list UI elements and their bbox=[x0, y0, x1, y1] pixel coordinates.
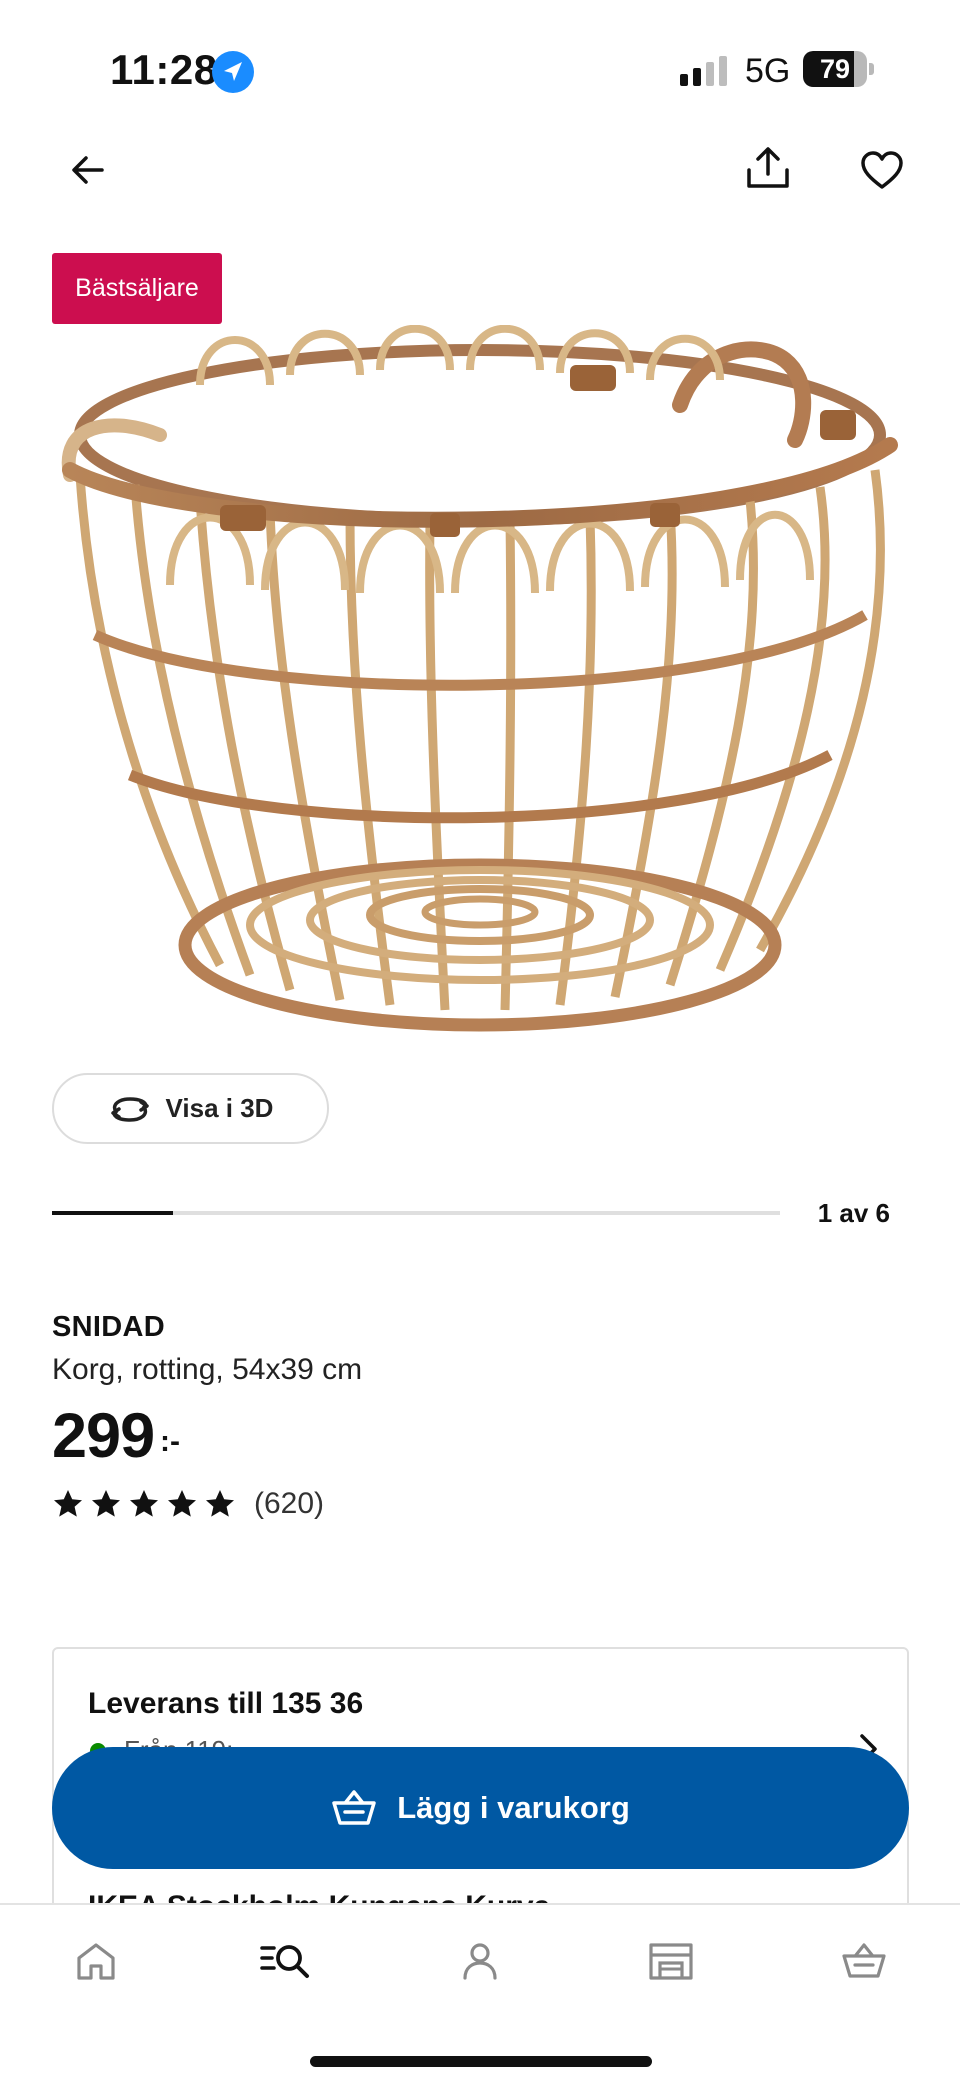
status-bar: 11:28 5G 79 bbox=[0, 0, 960, 130]
rotate-3d-icon bbox=[110, 1096, 149, 1122]
add-to-cart-button[interactable]: Lägg i varukorg bbox=[52, 1747, 909, 1869]
tab-stores[interactable] bbox=[636, 1931, 706, 1991]
signal-icon bbox=[680, 56, 727, 86]
tab-home[interactable] bbox=[61, 1931, 131, 1991]
share-icon bbox=[747, 147, 789, 188]
star-icon bbox=[92, 1490, 120, 1517]
back-button[interactable] bbox=[58, 140, 118, 200]
network-label: 5G bbox=[745, 52, 791, 90]
star-icon bbox=[54, 1490, 82, 1517]
product-price: 299 bbox=[52, 1401, 155, 1471]
location-icon bbox=[212, 51, 254, 93]
favorite-button[interactable] bbox=[850, 138, 914, 202]
rating-stars bbox=[52, 1488, 236, 1520]
price-suffix: :- bbox=[160, 1425, 180, 1458]
delivery-title: Leverans till 135 36 bbox=[88, 1687, 364, 1720]
status-time: 11:28 bbox=[110, 46, 218, 93]
rating-count: (620) bbox=[254, 1487, 325, 1520]
basket-icon bbox=[332, 1790, 376, 1825]
tab-search[interactable] bbox=[252, 1931, 322, 1991]
battery-icon: 79 bbox=[803, 51, 874, 87]
arrow-left-icon bbox=[72, 156, 104, 184]
add-to-cart-label: Lägg i varukorg bbox=[397, 1790, 630, 1825]
view-3d-button[interactable]: Visa i 3D bbox=[52, 1073, 329, 1144]
carousel-counter: 1 av 6 bbox=[817, 1198, 890, 1228]
rating[interactable]: (620) bbox=[52, 1487, 324, 1521]
carousel-progress-fill bbox=[52, 1211, 174, 1215]
tab-profile[interactable] bbox=[445, 1931, 515, 1991]
star-icon bbox=[206, 1490, 234, 1517]
profile-icon bbox=[463, 1943, 497, 1980]
view-3d-label: Visa i 3D bbox=[165, 1093, 274, 1123]
battery-level: 79 bbox=[819, 54, 851, 84]
carousel-progress bbox=[52, 1211, 780, 1215]
tab-bar bbox=[0, 1903, 960, 2086]
cart-icon bbox=[842, 1943, 886, 1978]
home-icon bbox=[77, 1943, 115, 1980]
product-page: 11:28 5G 79 Bästsäljare Visa i 3D 1 av 6… bbox=[0, 0, 960, 2086]
product-description: Korg, rotting, 54x39 cm bbox=[52, 1353, 363, 1386]
star-icon bbox=[168, 1490, 196, 1517]
home-indicator bbox=[310, 2056, 652, 2067]
share-button[interactable] bbox=[736, 136, 800, 200]
tab-cart[interactable] bbox=[829, 1931, 899, 1991]
store-icon bbox=[649, 1943, 693, 1980]
product-name: SNIDAD bbox=[52, 1311, 165, 1343]
product-image[interactable] bbox=[50, 325, 910, 1105]
search-icon bbox=[260, 1945, 309, 1978]
heart-icon bbox=[861, 151, 903, 189]
star-icon bbox=[130, 1490, 158, 1517]
bestseller-badge: Bästsäljare bbox=[52, 253, 222, 324]
